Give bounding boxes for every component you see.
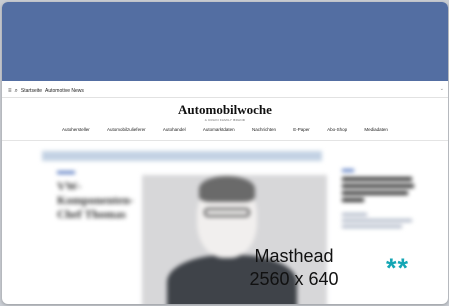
side-headline-line[interactable] bbox=[342, 184, 414, 188]
nav-item-abo-shop[interactable]: Abo-Shop bbox=[327, 127, 347, 132]
side-headline-line[interactable] bbox=[342, 177, 412, 181]
search-icon[interactable]: ⌕ bbox=[15, 88, 18, 95]
headline-line: VW- bbox=[57, 179, 82, 193]
asterisk-marker: ** bbox=[386, 253, 410, 283]
masthead-preview-card: ≡ ⌕ Startseite Automotive News ⌄ Automob… bbox=[2, 2, 448, 304]
nav-item-autohandel[interactable]: Autohandel bbox=[163, 127, 186, 132]
site-logo[interactable]: Automobilwoche bbox=[2, 102, 448, 118]
side-teaser-line bbox=[342, 225, 402, 228]
main-nav: Autohersteller Automobilzulieferer Autoh… bbox=[62, 127, 388, 132]
nav-item-mediadaten[interactable]: Mediadaten bbox=[364, 127, 388, 132]
masthead-ad-banner[interactable] bbox=[2, 2, 448, 81]
ad-format-label: Masthead 2560 x 640 bbox=[234, 245, 354, 291]
hamburger-menu-icon[interactable]: ≡ bbox=[8, 88, 12, 94]
nav-item-autohersteller[interactable]: Autohersteller bbox=[62, 127, 90, 132]
nav-item-automarktdaten[interactable]: Automarktdaten bbox=[203, 127, 235, 132]
divider bbox=[2, 97, 448, 98]
nav-item-automobilzulieferer[interactable]: Automobilzulieferer bbox=[107, 127, 146, 132]
blurred-article-area: VW- Komponenten- Chef Thomas bbox=[2, 141, 448, 304]
category-tag bbox=[57, 171, 75, 174]
nav-item-nachrichten[interactable]: Nachrichten bbox=[252, 127, 276, 132]
side-headline-line[interactable] bbox=[342, 198, 364, 202]
portrait-hair bbox=[199, 176, 255, 202]
section-link[interactable]: Automotive News bbox=[45, 88, 84, 94]
side-teaser-line bbox=[342, 219, 412, 222]
headline-line: Komponenten- bbox=[57, 193, 134, 207]
top-bar: ≡ ⌕ Startseite Automotive News bbox=[8, 86, 84, 96]
brand-tagline: A CRAIN FAMILY BRAND bbox=[204, 118, 246, 122]
category-tag bbox=[342, 169, 354, 172]
article-headline[interactable]: VW- Komponenten- Chef Thomas bbox=[57, 179, 137, 221]
nav-item-e-paper[interactable]: E-Paper bbox=[293, 127, 310, 132]
portrait-glasses bbox=[204, 208, 250, 217]
side-teaser-line bbox=[342, 213, 367, 216]
side-headline-line[interactable] bbox=[342, 191, 408, 195]
headline-line: Chef Thomas bbox=[57, 207, 126, 221]
chevron-down-icon[interactable]: ⌄ bbox=[440, 86, 444, 92]
breaking-strip bbox=[42, 151, 322, 161]
ad-format-name: Masthead bbox=[254, 246, 334, 266]
home-link[interactable]: Startseite bbox=[21, 88, 42, 94]
ad-format-size: 2560 x 640 bbox=[249, 269, 339, 289]
